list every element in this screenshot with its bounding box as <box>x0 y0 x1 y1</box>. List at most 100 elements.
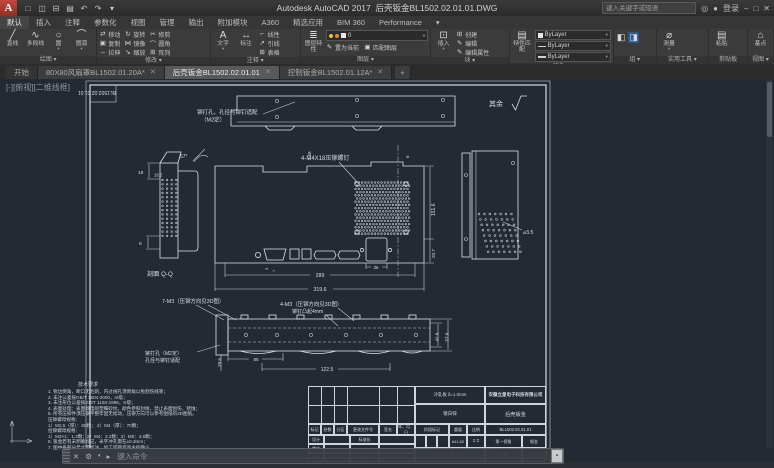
close-tab-icon[interactable]: ✕ <box>150 66 156 79</box>
leader-tool[interactable]: ↗引线 <box>259 39 280 47</box>
copy-tool[interactable]: ▣复制 <box>99 39 120 47</box>
new-file-icon[interactable]: □ <box>23 4 33 13</box>
insert-block-tool[interactable]: ⊡ 插入 ▾ <box>433 30 454 51</box>
vertical-scrollbar[interactable] <box>766 80 773 448</box>
measure-tool[interactable]: ⌀ 测量 ▾ <box>659 30 680 51</box>
edit-attrs-tool[interactable]: ✎编辑属性 <box>456 48 489 56</box>
fillet-tool[interactable]: ⌒圆角 <box>149 39 170 47</box>
table-tool[interactable]: ⊞表格 <box>259 48 280 56</box>
layer-properties-tool[interactable]: ≣ 图层特性 <box>303 30 324 53</box>
ribbon-tab-featured-apps[interactable]: 精选应用 <box>286 16 330 29</box>
command-endcap[interactable]: ▪ <box>551 449 563 463</box>
panel-label-draw[interactable]: 绘图 ▾ <box>0 56 96 64</box>
command-customize-icon[interactable]: ⚙ <box>85 452 92 461</box>
panel-label-groups[interactable]: 组 ▾ <box>614 56 656 64</box>
undo-icon[interactable]: ↶ <box>79 4 89 13</box>
close-button[interactable]: ✕ <box>763 4 770 13</box>
group-icon[interactable]: ◧ <box>617 32 626 43</box>
qat-dropdown-icon[interactable]: ▾ <box>107 4 117 13</box>
user-icon[interactable]: ● <box>713 4 718 13</box>
drawing-canvas[interactable]: [-][俯视][二维线框] BL1502.02.01.01 其余 <box>0 79 774 468</box>
ribbon-tab-parametric[interactable]: 参数化 <box>87 16 124 29</box>
object-color-select[interactable]: ByLayer▾ <box>535 30 611 40</box>
file-tab-start[interactable]: 开始 <box>6 66 38 79</box>
search-icon[interactable]: ◎ <box>701 4 708 13</box>
sign-in-button[interactable]: 登录 <box>723 3 739 14</box>
paste-icon: ▤ <box>717 30 726 41</box>
ribbon-tab-view[interactable]: 视图 <box>124 16 153 29</box>
dim-label: 18 <box>138 170 144 176</box>
ribbon-tab-manage[interactable]: 管理 <box>153 16 182 29</box>
redo-icon[interactable]: ↷ <box>93 4 103 13</box>
match-properties-tool[interactable]: ▤ 特性匹配 <box>512 30 533 53</box>
ribbon-tab-bim360[interactable]: BIM 360 <box>330 16 372 29</box>
file-tab-rear-shell[interactable]: 后壳钣金BL1502.02.01.01✕ <box>165 66 280 79</box>
rev-header: 更改文件号 <box>347 424 379 435</box>
linear-dim-tool[interactable]: ⌐线性 <box>259 30 280 38</box>
polyline-tool[interactable]: ∿ 多段线 <box>25 30 46 47</box>
search-input[interactable] <box>602 2 696 14</box>
rev-header: 分区 <box>334 424 347 435</box>
layer-freeze-icon <box>335 34 339 38</box>
rotate-tool[interactable]: ↻旋转 <box>124 30 145 38</box>
command-line[interactable]: ✕ ⚙ ▾ ▸ 键入命令 ▪ <box>62 448 564 464</box>
close-tab-icon[interactable]: ✕ <box>265 66 271 79</box>
match-layer-tool[interactable]: ▣匹配图层 <box>364 43 397 51</box>
create-icon: ⊞ <box>456 30 463 38</box>
minimize-button[interactable]: – <box>744 4 748 13</box>
base-icon: ⌂ <box>757 30 763 41</box>
panel-label-utilities[interactable]: 实用工具 ▾ <box>657 56 709 64</box>
base-point-tool[interactable]: ⌂ 基点 <box>750 30 771 47</box>
command-prompt[interactable]: 键入命令 <box>117 451 147 462</box>
trim-tool[interactable]: ✂修剪 <box>149 30 170 38</box>
panel-label-clipboard[interactable]: 剪贴板 <box>709 56 747 64</box>
arc-tool[interactable]: ⌒ 圆弧 ▾ <box>71 30 92 51</box>
open-file-icon[interactable]: ◫ <box>37 4 47 13</box>
ribbon-tab-home[interactable]: 默认 <box>0 16 29 29</box>
panel-label-layers[interactable]: 图层 ▾ <box>301 56 430 64</box>
ungroup-icon[interactable]: ◨ <box>628 32 639 43</box>
maximize-button[interactable]: □ <box>753 4 758 13</box>
part-name-cell: 后壳钣金 <box>485 404 546 424</box>
set-current-layer-tool[interactable]: ✎置为当前 <box>326 43 359 51</box>
file-tab-fan-cover[interactable]: 80X80风扇罩BL1502.01.20A*✕ <box>38 66 165 79</box>
command-caret-icon[interactable]: ▾ <box>98 453 101 459</box>
weight-value: 641.62 <box>449 435 467 448</box>
new-tab-button[interactable]: + <box>395 66 410 79</box>
plot-icon[interactable]: ▤ <box>65 4 75 13</box>
save-icon[interactable]: ⊟ <box>51 4 61 13</box>
ribbon-tab-insert[interactable]: 插入 <box>29 16 58 29</box>
text-tool[interactable]: A 文字 ▾ <box>213 30 234 51</box>
ribbon-tab-performance[interactable]: Performance <box>372 16 429 29</box>
panel-properties: ▤ 特性匹配 ByLayer▾ ByLayer▾ ByLayer▾ 特性 ▾ <box>510 29 614 64</box>
ribbon-tab-annotate[interactable]: 注释 <box>58 16 87 29</box>
scrollbar-thumb[interactable] <box>767 82 772 137</box>
stretch-tool[interactable]: ⇔拉伸 <box>99 48 120 56</box>
scale-tool[interactable]: ↘缩放 <box>124 48 145 56</box>
dimension-tool[interactable]: ↔ 标注 <box>236 30 257 47</box>
file-tab-control-sheet[interactable]: 控制钣金BL1502.01.12A*✕ <box>280 66 393 79</box>
close-tab-icon[interactable]: ✕ <box>377 66 383 79</box>
line-tool[interactable]: ╱ 直线 <box>2 30 23 47</box>
layer-select[interactable]: 0 ▾ <box>326 30 428 41</box>
mirror-tool[interactable]: ⋈镜像 <box>124 39 145 47</box>
edit-block-tool[interactable]: ✎编辑 <box>456 39 489 47</box>
rivet-height-note: 铆钉凸起4mm <box>292 308 323 315</box>
ribbon-options-icon[interactable]: ▾ <box>429 16 447 29</box>
lineweight-select[interactable]: ByLayer▾ <box>535 52 611 62</box>
ribbon-tab-addins[interactable]: 附加模块 <box>211 16 255 29</box>
autocad-logo-icon[interactable]: A <box>0 0 17 16</box>
panel-label-view[interactable]: 视图 ▾ <box>748 56 773 64</box>
command-close-icon[interactable]: ✕ <box>73 452 79 461</box>
viewport-controls[interactable]: [-][俯视][二维线框] <box>6 82 70 93</box>
paste-tool[interactable]: ▤ 粘贴 <box>711 30 732 47</box>
move-tool[interactable]: ⇄移动 <box>99 30 120 38</box>
circle-tool[interactable]: ○ 圆 ▾ <box>48 30 69 51</box>
ribbon-tab-output[interactable]: 输出 <box>182 16 211 29</box>
create-block-tool[interactable]: ⊞创建 <box>456 30 489 38</box>
linetype-select[interactable]: ByLayer▾ <box>535 41 611 51</box>
command-grip[interactable] <box>63 449 70 463</box>
array-tool[interactable]: ⊞阵列 <box>149 48 170 56</box>
ribbon-tab-a360[interactable]: A360 <box>255 16 287 29</box>
section-label: 剖面 Q-Q <box>147 270 173 278</box>
